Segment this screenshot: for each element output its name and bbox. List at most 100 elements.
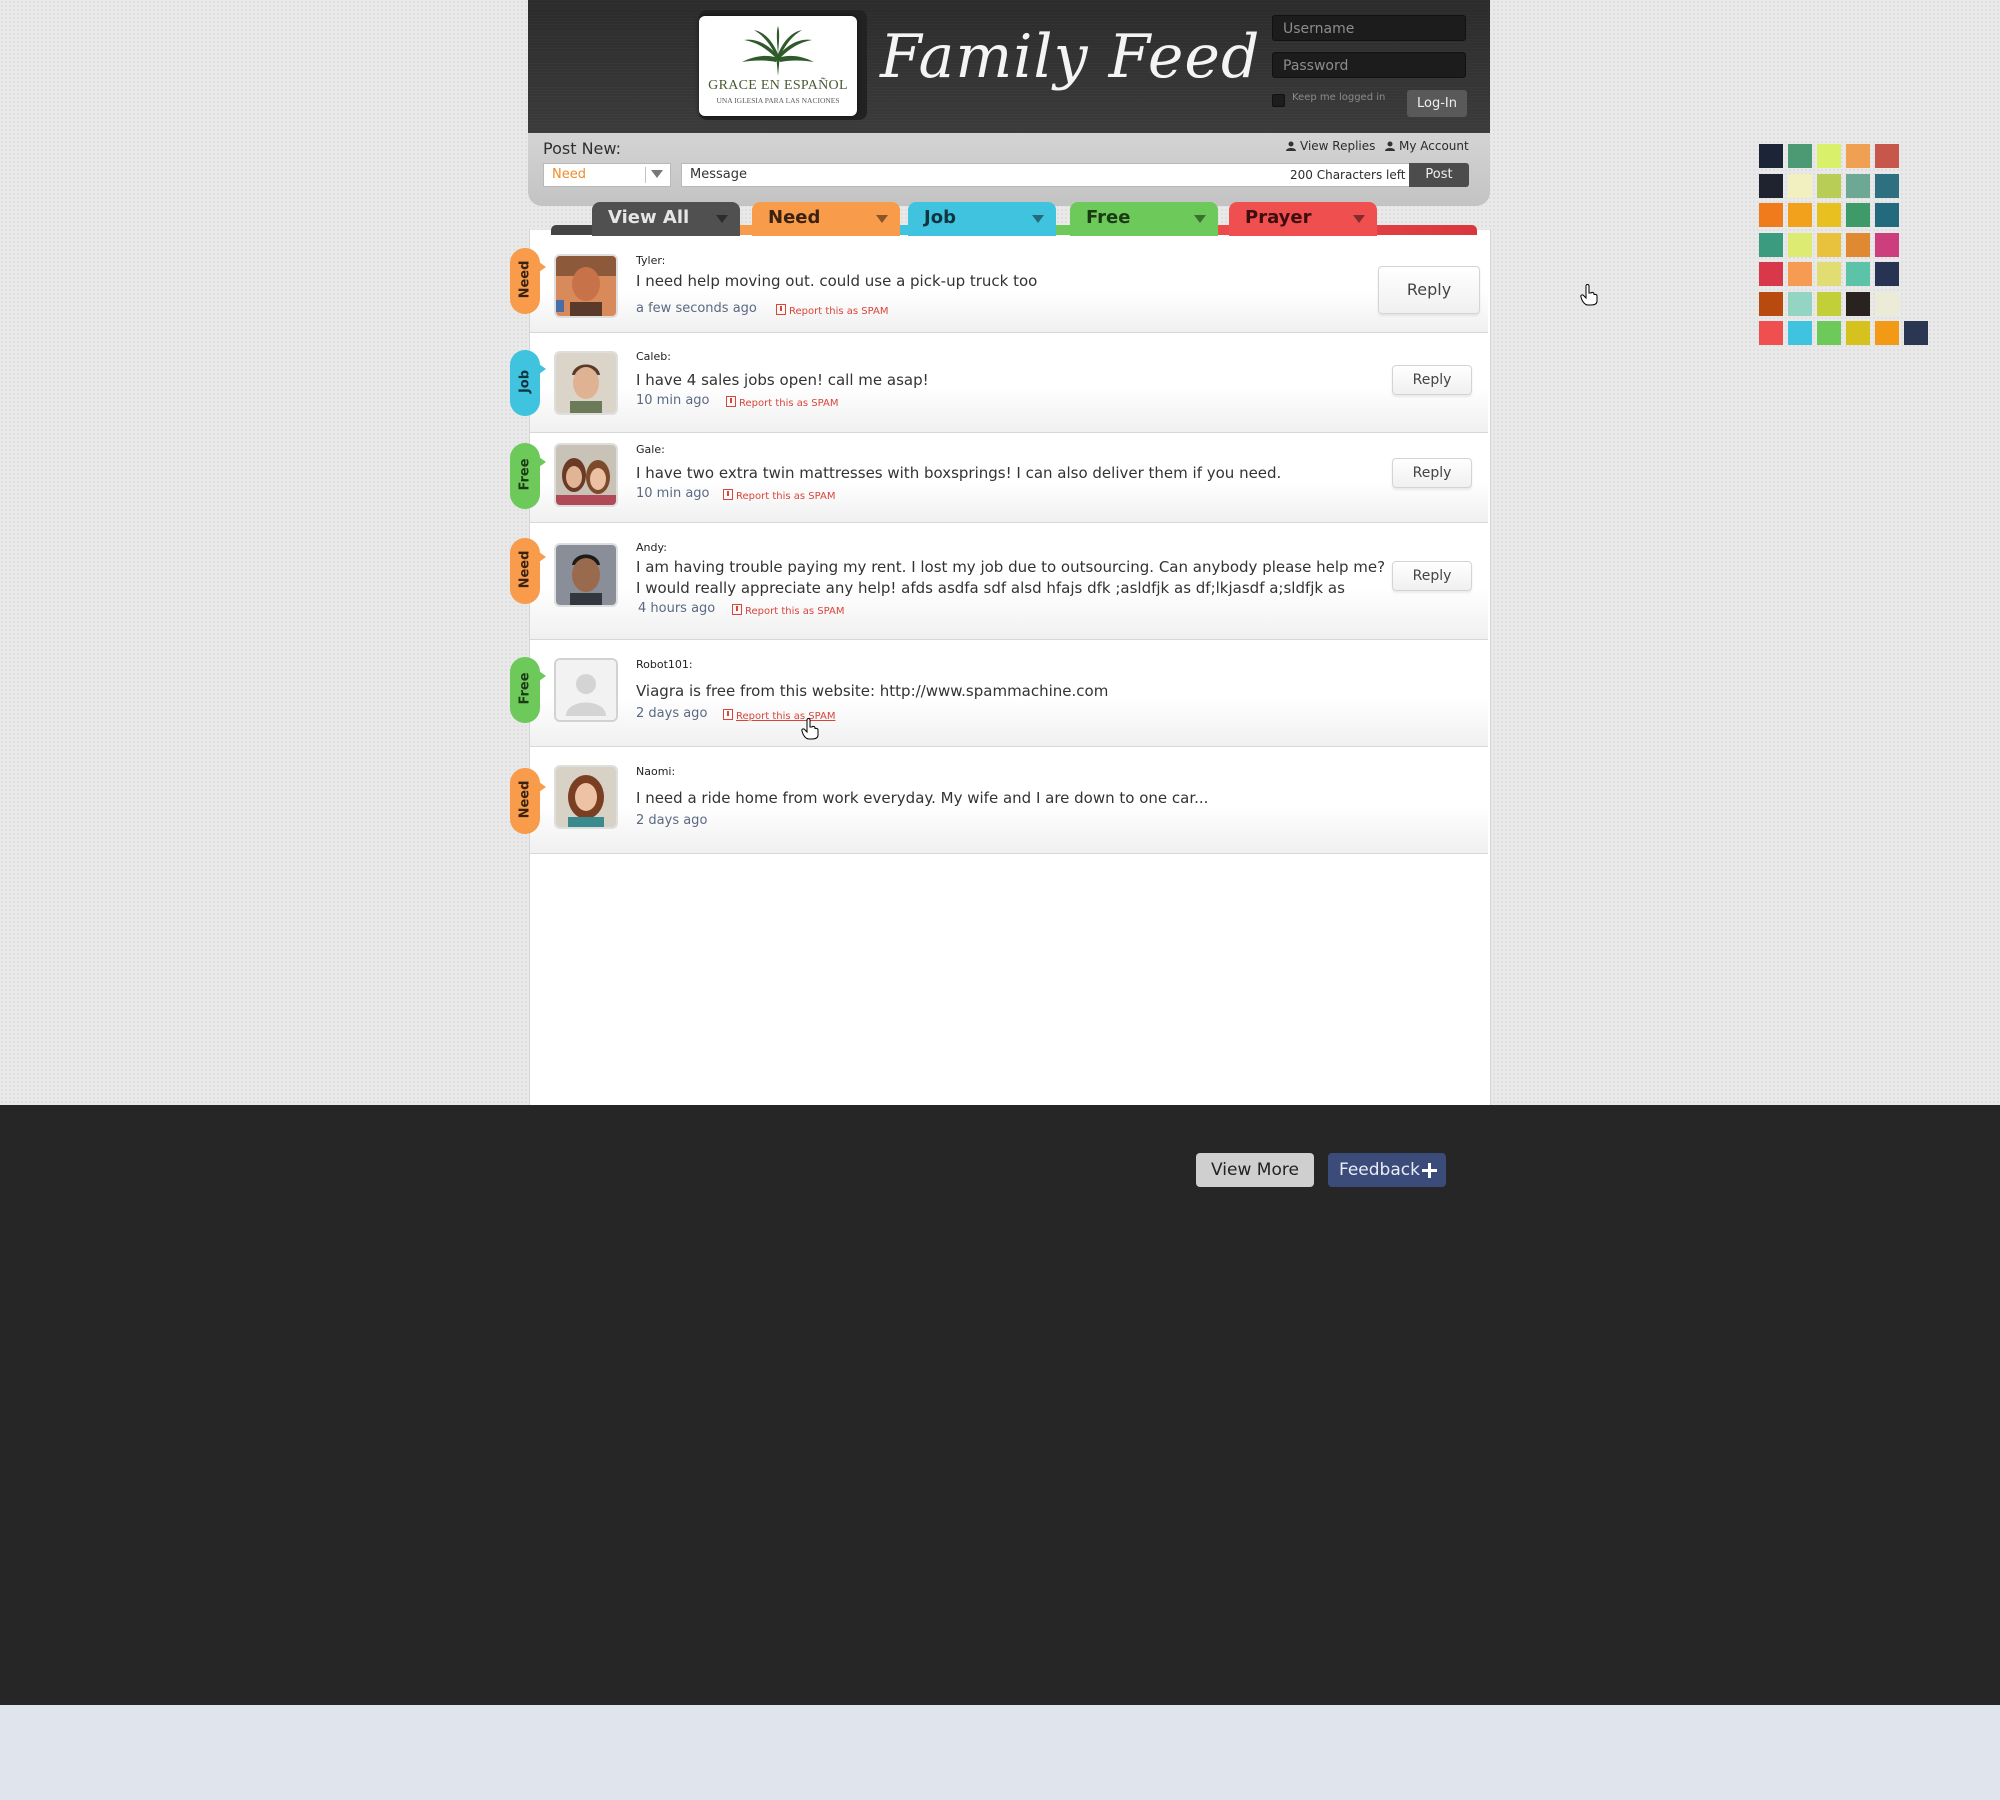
color-swatch[interactable] [1788, 262, 1812, 286]
chevron-down-icon [1353, 215, 1365, 223]
tab-prayer[interactable]: Prayer [1229, 202, 1377, 236]
report-spam-label: Report this as SPAM [736, 491, 836, 502]
avatar-placeholder[interactable] [554, 658, 618, 722]
tab-need[interactable]: Need [752, 202, 900, 236]
avatar[interactable] [554, 443, 618, 507]
color-swatch[interactable] [1788, 321, 1812, 345]
keep-logged-in-label: Keep me logged in [1292, 92, 1386, 103]
post-message-line-1: I am having trouble paying my rent. I lo… [636, 558, 1386, 576]
feedback-button[interactable]: Feedback [1328, 1153, 1446, 1187]
color-swatch[interactable] [1846, 291, 1870, 316]
color-swatch[interactable] [1846, 262, 1870, 286]
color-swatch[interactable] [1875, 144, 1899, 168]
color-swatch[interactable] [1875, 321, 1899, 345]
color-swatch[interactable] [1817, 144, 1841, 168]
color-swatch[interactable] [1817, 173, 1841, 198]
color-swatch[interactable] [1759, 173, 1783, 198]
login-button[interactable]: Log-In [1407, 90, 1467, 117]
feedback-label: Feedback [1339, 1160, 1420, 1180]
reply-button[interactable]: Reply [1392, 365, 1472, 395]
post-button[interactable]: Post [1409, 163, 1469, 187]
color-swatch[interactable] [1817, 232, 1841, 257]
post-new-label: Post New: [543, 139, 621, 158]
color-swatch[interactable] [1875, 173, 1899, 198]
badge-pointer [539, 262, 546, 272]
color-swatch[interactable] [1846, 144, 1870, 168]
my-account-link[interactable]: My Account [1385, 139, 1469, 153]
category-badge-label: Need [517, 780, 533, 819]
chevron-down-icon [876, 215, 888, 223]
characters-left-counter: 200 Characters left [1290, 168, 1406, 182]
reply-button[interactable]: Reply [1378, 266, 1480, 314]
view-replies-link[interactable]: View Replies [1286, 139, 1375, 153]
color-swatch[interactable] [1759, 291, 1783, 316]
category-badge[interactable]: Need [510, 768, 546, 834]
color-swatch[interactable] [1817, 291, 1841, 316]
color-swatch[interactable] [1904, 321, 1928, 345]
report-spam-link[interactable]: Report this as SPAM [723, 489, 835, 502]
color-swatch[interactable] [1788, 144, 1812, 168]
color-swatch[interactable] [1875, 203, 1899, 227]
category-badge-label: Need [517, 260, 533, 299]
post-author: Naomi: [636, 765, 676, 778]
avatar[interactable] [554, 351, 618, 415]
color-swatch[interactable] [1846, 203, 1870, 227]
flag-icon [726, 396, 736, 407]
report-spam-link[interactable]: Report this as SPAM [776, 304, 888, 317]
color-swatch[interactable] [1846, 173, 1870, 198]
color-swatch[interactable] [1759, 232, 1783, 257]
category-badge-label: Need [517, 550, 533, 589]
color-swatch[interactable] [1817, 203, 1841, 227]
report-spam-link[interactable]: Report this as SPAM [726, 396, 838, 409]
color-swatch[interactable] [1759, 262, 1783, 286]
tab-view-all[interactable]: View All [592, 202, 740, 236]
category-badge[interactable]: Free [510, 443, 546, 509]
category-badge[interactable]: Need [510, 538, 546, 604]
color-swatch[interactable] [1788, 291, 1812, 316]
category-badge[interactable]: Free [510, 657, 546, 723]
category-badge[interactable]: Job [510, 350, 546, 416]
post-time: 2 days ago [636, 706, 708, 721]
user-photo-icon [556, 767, 616, 827]
tab-label: Free [1086, 207, 1131, 228]
color-swatch[interactable] [1817, 321, 1841, 345]
reply-button[interactable]: Reply [1392, 561, 1472, 591]
chevron-down-icon [651, 170, 663, 178]
color-swatch[interactable] [1788, 173, 1812, 198]
badge-pointer [539, 364, 546, 374]
post-time: 10 min ago [636, 486, 710, 501]
password-field[interactable]: Password [1272, 52, 1466, 78]
tab-job[interactable]: Job [908, 202, 1056, 236]
color-swatch[interactable] [1759, 203, 1783, 227]
avatar[interactable] [554, 543, 618, 607]
church-logo[interactable]: GRACE EN ESPAÑOL UNA IGLESIA PARA LAS NA… [699, 16, 857, 116]
flag-icon [776, 304, 786, 315]
feed-item: Free Gale: I have two extra twin mattres… [510, 433, 1488, 523]
avatar[interactable] [554, 765, 618, 829]
category-select[interactable]: Need [543, 163, 671, 187]
footer [0, 1105, 2000, 1705]
color-swatch[interactable] [1875, 291, 1899, 316]
post-author: Gale: [636, 443, 665, 456]
color-swatch[interactable] [1759, 144, 1783, 168]
report-spam-link[interactable]: Report this as SPAM [732, 604, 844, 617]
reply-button[interactable]: Reply [1392, 458, 1472, 488]
color-swatch[interactable] [1846, 232, 1870, 257]
hand-cursor-icon [1580, 284, 1598, 306]
post-author: Andy: [636, 541, 667, 554]
username-field[interactable]: Username [1272, 15, 1466, 41]
color-swatch[interactable] [1788, 203, 1812, 227]
post-new-bar: Post New: View Replies My Account Need M… [528, 133, 1490, 206]
color-swatch[interactable] [1817, 262, 1841, 286]
avatar[interactable] [554, 254, 618, 318]
view-more-button[interactable]: View More [1196, 1153, 1314, 1187]
color-swatch[interactable] [1788, 232, 1812, 257]
chevron-down-icon [1194, 215, 1206, 223]
category-badge[interactable]: Need [510, 248, 546, 314]
color-swatch[interactable] [1875, 262, 1899, 286]
tab-free[interactable]: Free [1070, 202, 1218, 236]
color-swatch[interactable] [1759, 321, 1783, 345]
keep-logged-in-checkbox[interactable] [1272, 94, 1285, 107]
color-swatch[interactable] [1846, 321, 1870, 345]
color-swatch[interactable] [1875, 232, 1899, 257]
